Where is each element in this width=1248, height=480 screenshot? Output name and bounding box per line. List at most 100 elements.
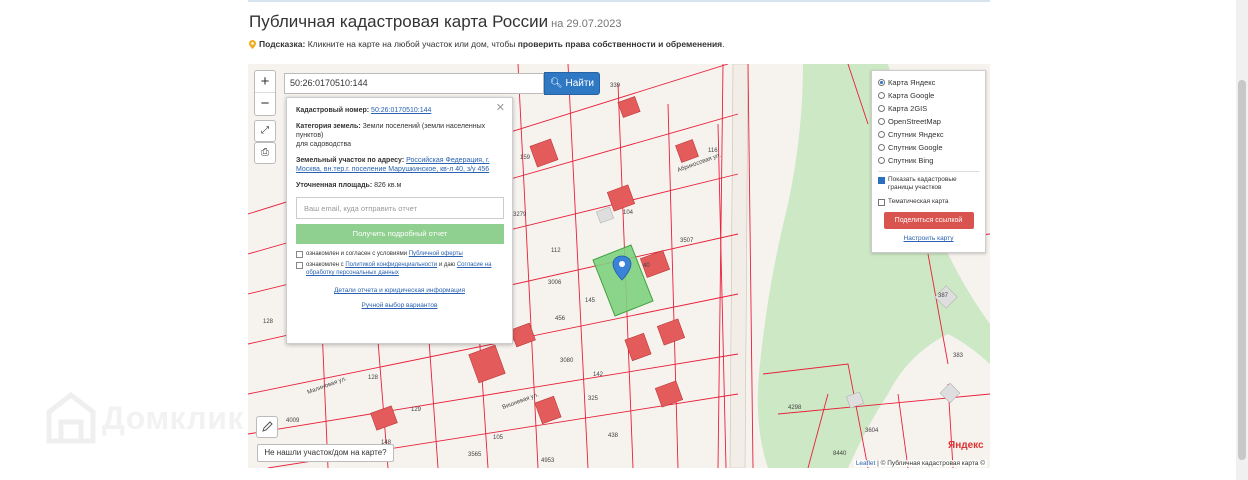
search-input[interactable]: 50:26:0170510:144 [284, 73, 544, 94]
leaflet-link[interactable]: Leaflet [856, 460, 876, 467]
privacy-link[interactable]: Политикой конфиденциальности [345, 262, 437, 268]
top-divider [248, 0, 990, 2]
layer-option[interactable]: Карта Google [878, 89, 979, 102]
location-pin-icon [249, 39, 256, 49]
cadastral-map[interactable]: Абрикосовая ул. Вишневая ул. Малиновая у… [248, 64, 990, 468]
fullscreen-button[interactable]: ⤢ [254, 120, 276, 142]
manual-row: Ручной выбор вариантов [296, 302, 503, 309]
details-link[interactable]: Детали отчета и юридическая информация [334, 287, 465, 294]
category-sub: для садоводства [296, 141, 351, 148]
radio-button[interactable] [878, 144, 885, 151]
radio-button[interactable] [878, 79, 885, 86]
consent-privacy[interactable]: ознакомлен с Политикой конфиденциальност… [296, 261, 503, 277]
edit-button[interactable] [256, 416, 278, 438]
share-link-button[interactable]: Поделиться ссылкой [883, 212, 974, 229]
radio-button[interactable] [878, 105, 885, 112]
parcel-number: 3604 [865, 428, 879, 434]
layer-option-label: Спутник Яндекс [888, 130, 944, 139]
radio-button[interactable] [878, 118, 885, 125]
zoom-control: + − [254, 70, 276, 116]
search-icon: 🔍︎ [549, 78, 563, 89]
search-button[interactable]: 🔍︎ Найти [544, 72, 600, 95]
page-scrollbar[interactable] [1236, 0, 1248, 480]
hint-bold: проверить права собственности и обремене… [517, 39, 723, 49]
expand-icon: ⤢ [261, 125, 269, 136]
street-label: Малиновая ул. [307, 376, 348, 396]
print-button[interactable]: ⎙ [254, 142, 276, 164]
cadastral-number-row: Кадастровый номер: 50:26:0170510:144 [296, 106, 503, 115]
parcel-number: 104 [623, 210, 634, 216]
address-row: Земельный участок по адресу: Российская … [296, 156, 503, 174]
layer-option[interactable]: Спутник Google [878, 141, 979, 154]
zoom-in-button[interactable]: + [255, 71, 275, 93]
layers-panel: Карта Яндекс Карта Google Карта 2GIS OpenSt… [871, 70, 986, 253]
scroll-thumb[interactable] [1238, 80, 1246, 460]
attribution-text: | © Публичная кадастровая карта © [877, 460, 985, 467]
consent-text: ознакомлен и согласен с условиями [306, 251, 408, 257]
parcel-number: 438 [608, 433, 619, 439]
details-row: Детали отчета и юридическая информация [296, 287, 503, 294]
get-report-button[interactable]: Получить подробный отчет [296, 224, 504, 244]
address-label: Земельный участок по адресу: [296, 157, 405, 164]
parcel-info-popup: ✕ Кадастровый номер: 50:26:0170510:144 К… [286, 97, 513, 344]
show-borders-label: Показать кадастровые границы участков [888, 176, 957, 191]
street-label: Вишневая ул. [502, 392, 540, 411]
email-field[interactable]: Ваш email, куда отправить отчет [296, 197, 504, 219]
layer-option-label: OpenStreetMap [888, 117, 941, 126]
hint-prefix: Подсказка: [259, 39, 306, 49]
cad-link[interactable]: 50:26:0170510:144 [371, 107, 431, 114]
parcel-number: 383 [953, 353, 964, 359]
layer-option[interactable]: Карта 2GIS [878, 102, 979, 115]
offer-link[interactable]: Публичной оферты [409, 251, 463, 257]
layer-option[interactable]: Спутник Bing [878, 154, 979, 167]
parcel-number: 105 [493, 435, 504, 441]
not-found-button[interactable]: Не нашли участок/дом на карте? [257, 444, 394, 462]
close-icon[interactable]: ✕ [496, 101, 505, 114]
title-text: Публичная кадастровая карта России [249, 12, 549, 31]
area-label: Уточненная площадь: [296, 182, 373, 189]
radio-button[interactable] [878, 131, 885, 138]
layer-option[interactable]: OpenStreetMap [878, 115, 979, 128]
parcel-number: 456 [555, 316, 566, 322]
watermark-text: Домклик [102, 399, 244, 436]
manual-select-link[interactable]: Ручной выбор вариантов [362, 302, 438, 309]
parcel-number: 128 [368, 375, 379, 381]
layer-option[interactable]: Карта Яндекс [878, 76, 979, 89]
parcel-number: 4298 [788, 405, 802, 411]
yandex-logo: Яндекс [948, 440, 984, 451]
parcel-number: 128 [263, 319, 274, 325]
main-road [729, 64, 749, 468]
parcel-number: 339 [610, 83, 621, 89]
divider [878, 171, 979, 172]
parcel-number: 3565 [468, 452, 482, 458]
parcel-number: 387 [938, 293, 949, 299]
search-button-label: Найти [565, 78, 595, 89]
checkbox[interactable] [878, 199, 885, 206]
domclick-watermark: Домклик [46, 392, 244, 444]
hint-end: . [722, 39, 725, 49]
checkbox[interactable] [878, 177, 885, 184]
radio-button[interactable] [878, 157, 885, 164]
page-title: Публичная кадастровая карта России на 29.… [249, 12, 621, 32]
pencil-icon [262, 421, 273, 432]
parcel-number: 145 [585, 298, 596, 304]
layer-options: Карта Яндекс Карта Google Карта 2GIS OpenSt… [878, 76, 979, 167]
parcel-number: 325 [588, 396, 599, 402]
parcel-number: 142 [593, 372, 604, 378]
layer-option-label: Спутник Bing [888, 156, 934, 165]
category-row: Категория земель: Земли поселений (земли… [296, 122, 503, 149]
hint-text: Кликните на карте на любой участок или д… [307, 39, 516, 49]
checkbox[interactable] [296, 262, 303, 269]
checkbox[interactable] [296, 251, 303, 258]
setup-map-link[interactable]: Настроить карту [878, 235, 979, 242]
attribution: Leaflet | © Публичная кадастровая карта … [853, 460, 987, 467]
zoom-out-button[interactable]: − [255, 93, 275, 115]
area-value: 826 кв.м [374, 182, 402, 189]
radio-button[interactable] [878, 92, 885, 99]
show-borders-option[interactable]: Показать кадастровые границы участков [878, 176, 979, 192]
parcel-number: 8440 [833, 451, 847, 457]
consent-offer[interactable]: ознакомлен и согласен с условиями Публич… [296, 250, 503, 258]
layer-option[interactable]: Спутник Яндекс [878, 128, 979, 141]
house-logo-icon [46, 392, 96, 444]
thematic-option[interactable]: Тематическая карта [878, 198, 979, 206]
